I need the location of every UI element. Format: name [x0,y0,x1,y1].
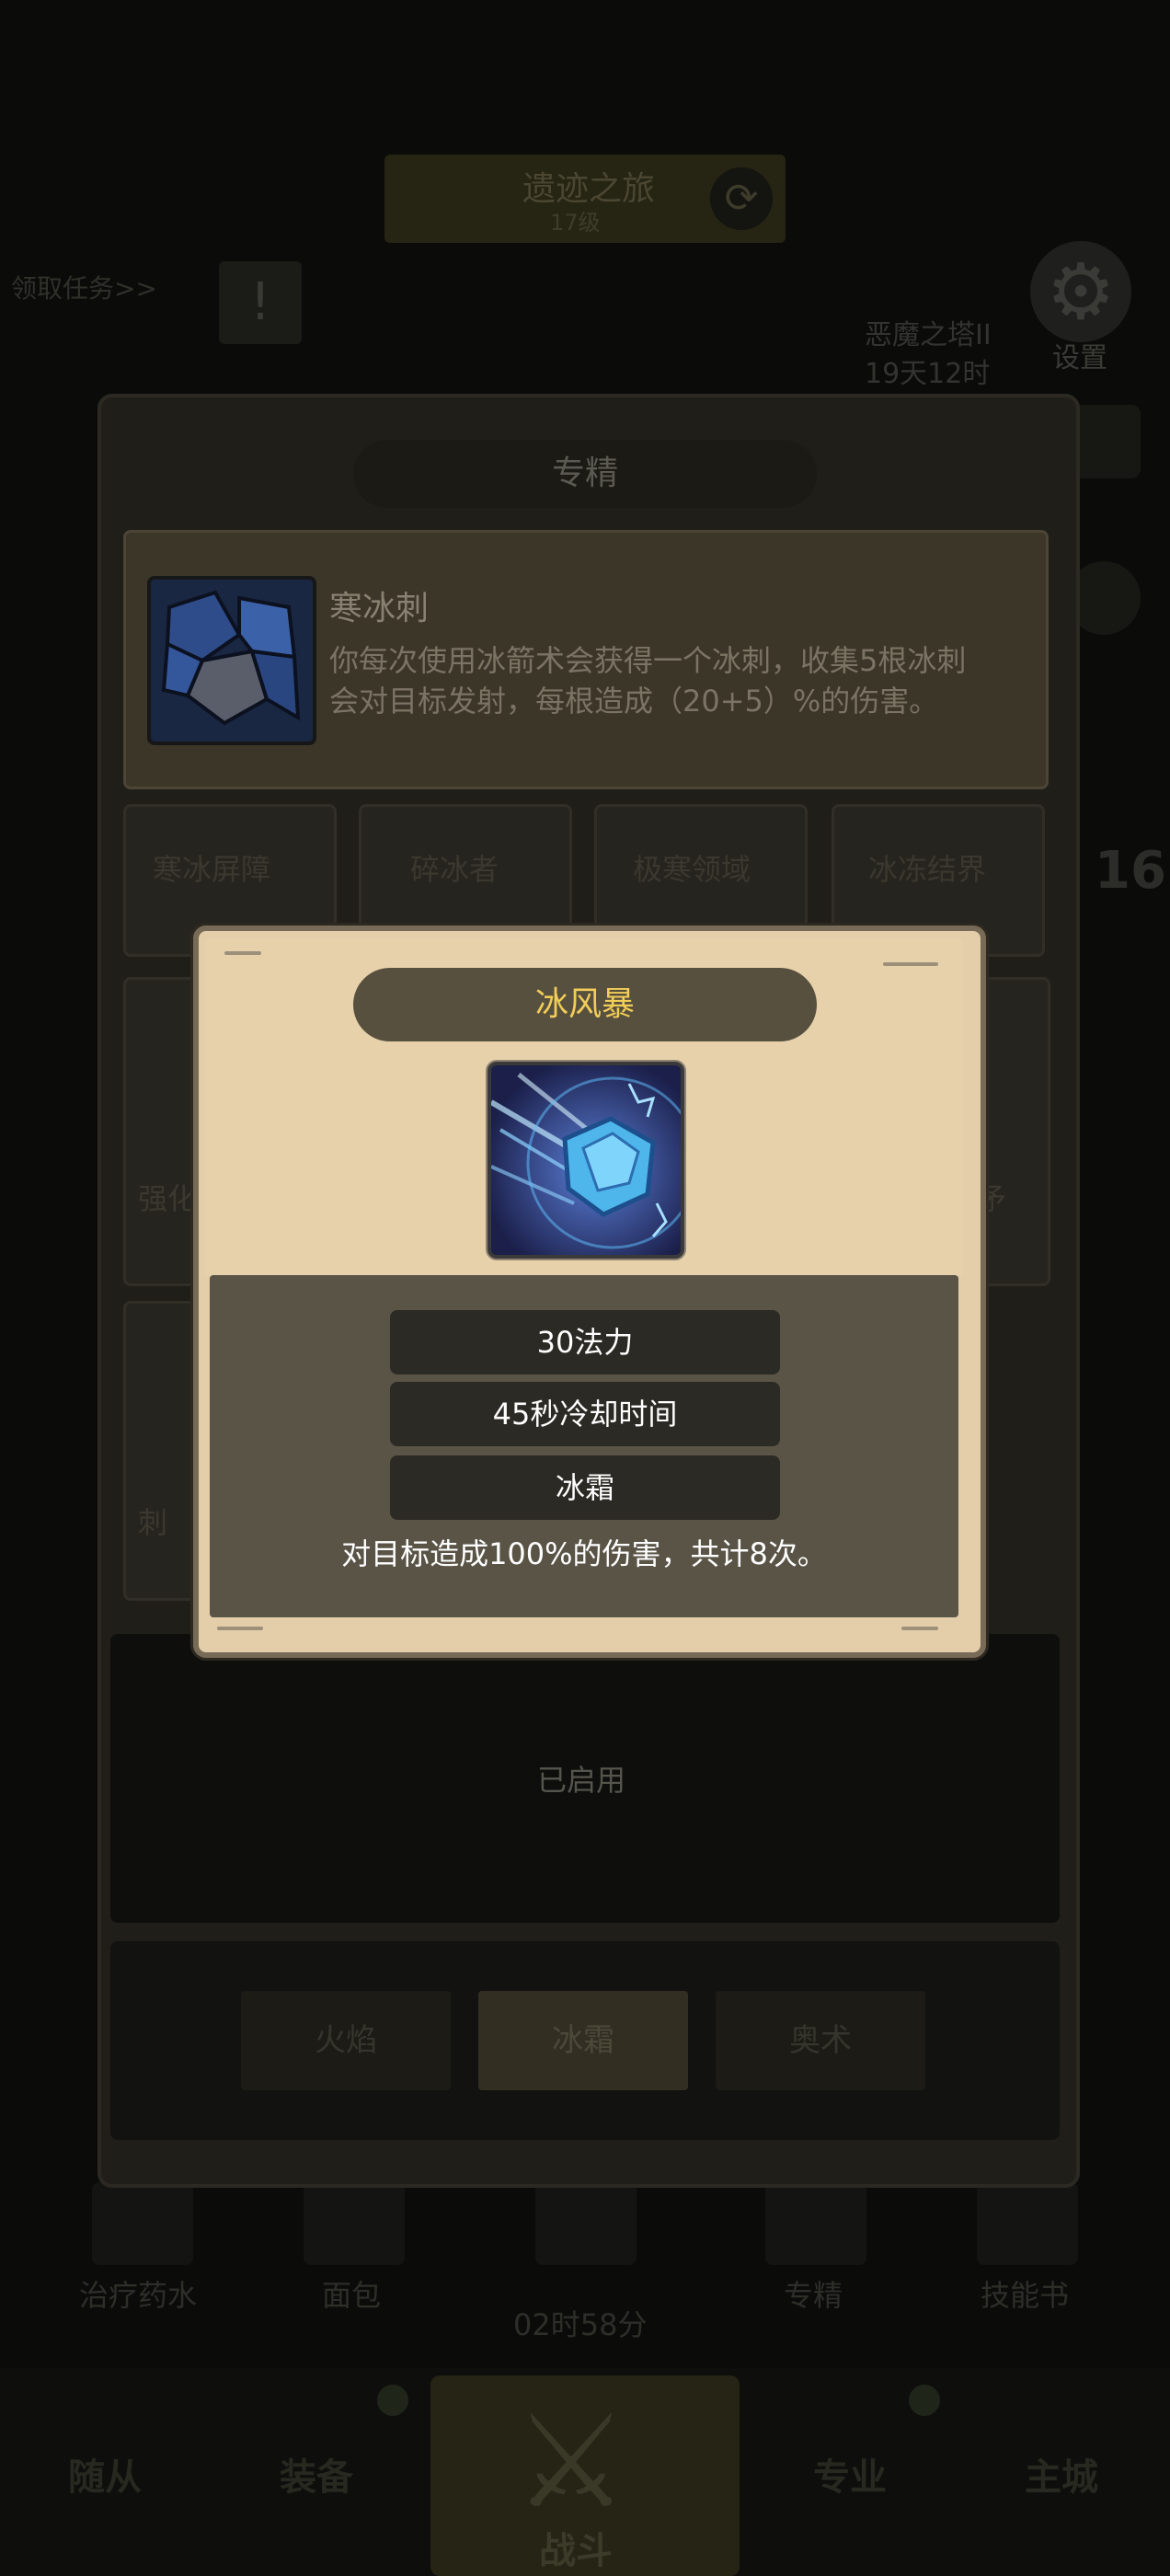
nav-profession[interactable]: 专业 [813,2447,887,2501]
event-name: 恶魔之塔II [865,319,992,351]
timer-chest-icon[interactable] [535,2182,637,2265]
talent-label: 碎冰者 [410,852,499,887]
paper-edge-decoration [224,951,261,955]
crossed-swords-icon: ⚔ [513,2387,629,2537]
gear-icon[interactable]: ⚙ [1030,241,1131,342]
nav-followers[interactable]: 随从 [68,2447,142,2501]
status-label: 已启用 [537,1763,626,1798]
cooldown: 45秒冷却时间 [390,1382,780,1446]
specialization-icon[interactable] [765,2182,866,2265]
nav-battle[interactable]: ⚔ 战斗 [430,2375,740,2576]
nav-equipment[interactable]: 装备 [280,2447,353,2501]
talent-label: 寒冰屏障 [153,852,271,887]
bread-icon[interactable] [304,2182,405,2265]
notification-dot [909,2385,940,2416]
event-timer: 19天12时 [865,358,991,390]
frost-storm-icon [488,1062,684,1259]
quest-link[interactable]: 领取任务>> [11,269,157,305]
banner-title: 遗迹之旅 [522,170,656,208]
potion-icon[interactable] [92,2182,193,2265]
alert-icon[interactable]: ! [219,261,302,344]
passive-description: 你每次使用冰箭术会获得一个冰刺，收集5根冰刺会对目标发射，每根造成（20+5）%… [329,643,967,719]
nav-main-city[interactable]: 主城 [1025,2447,1098,2501]
tab-arcane[interactable]: 奥术 [716,1991,925,2090]
talent-label: 强化 [138,1181,198,1216]
quick-action-bread[interactable]: 面包 [322,2272,381,2315]
school-type: 冰霜 [390,1455,780,1520]
banner-subtitle: 17级 [550,210,601,236]
mana-cost: 30法力 [390,1310,780,1374]
panel-title: 专精 [353,440,817,508]
ice-spike-icon [147,576,316,745]
talent-label: 极寒领域 [633,852,751,887]
notification-dot [377,2385,408,2416]
quick-action-timer: 02时58分 [513,2307,648,2342]
tab-frost[interactable]: 冰霜 [478,1991,688,2090]
quick-action-spec[interactable]: 专精 [784,2272,843,2315]
talent-label: 冰冻结界 [868,852,987,887]
skill-title: 冰风暴 [353,968,817,1041]
skill-description: 对目标造成100%的伤害，共计8次。 [341,1536,827,1571]
event-info[interactable]: 恶魔之塔II 19天12时 [865,316,992,394]
side-level-number: 16 [1095,841,1166,901]
paper-edge-decoration [883,962,938,966]
nav-battle-label: 战斗 [539,2530,613,2572]
quick-action-skillbook[interactable]: 技能书 [981,2272,1069,2315]
settings-label: 设置 [1052,342,1107,374]
tab-fire[interactable]: 火焰 [241,1991,451,2090]
paper-edge-decoration [901,1627,938,1630]
talent-label: 刺 [138,1505,168,1540]
paper-edge-decoration [217,1627,263,1630]
skillbook-icon[interactable] [977,2182,1078,2265]
refresh-icon[interactable]: ⟳ [710,167,773,230]
passive-name: 寒冰刺 [329,590,430,627]
quick-action-potion[interactable]: 治疗药水 [79,2272,197,2315]
top-banner[interactable]: 遗迹之旅 17级 ⟳ [384,155,786,243]
